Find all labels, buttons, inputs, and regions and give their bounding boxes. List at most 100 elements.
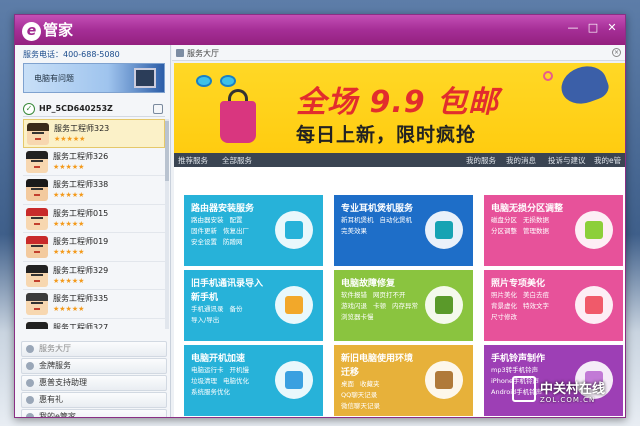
service-tile[interactable]: 专业耳机煲机服务 新耳机煲机 自动化煲机完美效果 — [334, 195, 473, 266]
engineer-name: 服务工程师326 — [53, 151, 109, 161]
rating-stars: ★★★★★ — [53, 305, 85, 313]
service-item: QQ聊天记录 — [341, 391, 378, 399]
engineer-item[interactable]: 服务工程师338 ★★★★★ — [23, 176, 165, 205]
menu-item[interactable]: 金牌服务 — [21, 358, 167, 374]
engineer-name: 服务工程师019 — [53, 237, 109, 246]
promo-banner[interactable]: 电脑有问题 — [23, 63, 165, 93]
menu-item[interactable]: 惠有礼 — [21, 392, 167, 408]
service-item: 新耳机煲机 — [341, 216, 374, 224]
service-item: 微信聊天记录 — [341, 402, 380, 410]
engineer-list: 服务工程师323 ★★★★★ 服务工程师326 ★★★★★ 服务工程师338 ★★★★★ 服… — [23, 119, 165, 329]
service-item: 自动化煲机 — [379, 216, 413, 224]
service-item: 卡顿 — [373, 302, 386, 310]
service-tile[interactable]: 新旧电脑使用环境 迁移 桌面 收藏夹 QQ聊天记录微信聊天记录 — [334, 345, 473, 416]
engineer-avatar-icon — [26, 236, 48, 258]
service-nav: 推荐服务全部服务我的服务我的消息投诉与建议我的e管家 — [174, 153, 625, 176]
service-item: 分区调整 — [491, 227, 517, 235]
pc-settings-icon[interactable] — [153, 104, 163, 114]
engineer-avatar-icon — [27, 123, 49, 145]
engineer-item[interactable]: 服务工程师335 ★★★★★ — [23, 290, 165, 319]
engineer-item[interactable]: 服务工程师329 ★★★★★ — [23, 262, 165, 290]
service-title: 专业耳机煲机服务 — [341, 204, 414, 214]
service-items: 路由器安装 配置固件更新 恢复出厂安全设置 防蹭网 — [191, 215, 277, 248]
nav-tab[interactable]: 推荐服务 — [178, 155, 208, 166]
title-bar[interactable]: e 管家 — □ ✕ — [15, 15, 625, 45]
nav-link[interactable]: 投诉与建议 — [548, 155, 586, 166]
service-item: 垃圾清理 — [191, 377, 217, 385]
rating-stars: ★★★★★ — [54, 135, 86, 143]
tab-close-icon[interactable]: × — [612, 48, 621, 57]
service-item: 背景虚化 — [491, 302, 517, 310]
engineer-avatar-icon — [26, 150, 48, 173]
engineer-name: 服务工程师323 — [54, 124, 110, 133]
service-title: 新旧电脑使用环境 — [341, 354, 414, 364]
engineer-avatar-icon — [26, 264, 48, 287]
service-tile[interactable]: 电脑无损分区调整 磁盘分区 无损数据分区调整 管理数据 — [484, 195, 623, 266]
engineer-item[interactable]: 服务工程师327★★★★★ — [23, 319, 165, 330]
close-button[interactable]: ✕ — [604, 21, 620, 35]
engineer-item[interactable]: 服务工程师019 ★★★★★ — [23, 233, 165, 262]
service-item: 手机通讯录 — [191, 305, 224, 313]
engineer-item[interactable]: 服务工程师326 ★★★★★ — [23, 148, 165, 176]
menu-item-icon — [26, 362, 34, 370]
rating-stars: ★★★★★ — [53, 191, 85, 199]
service-icon — [425, 211, 463, 249]
service-tile[interactable]: 电脑故障修复 软件报错 网页打不开游戏闪退 卡顿 内存异常浏览器卡慢 — [334, 270, 473, 341]
promo-banner-main[interactable]: 全场 9.9 包邮 每日上新，限时疯抢 — [174, 63, 625, 153]
app-window: e 管家 — □ ✕ 服务电话：400-688-5080 电脑有问题 ✓ HP_5… — [14, 14, 626, 418]
service-icon — [425, 361, 463, 399]
menu-item-label: 惠普支持助理 — [39, 378, 87, 387]
engineer-item[interactable]: 服务工程师323 ★★★★★ — [23, 119, 165, 148]
menu-item[interactable]: 惠普支持助理 — [21, 375, 167, 391]
menu-item[interactable]: 我的e管家 — [21, 409, 167, 418]
service-item: 安全设置 — [191, 238, 217, 246]
service-item: 恢复出厂 — [223, 227, 249, 235]
maximize-button[interactable]: □ — [585, 21, 601, 35]
service-item: 固件更新 — [191, 227, 217, 235]
nav-link[interactable]: 我的消息 — [506, 155, 536, 166]
service-item: 无损数据 — [523, 216, 549, 224]
nav-link[interactable]: 我的服务 — [466, 155, 496, 166]
shoe-icon — [556, 63, 612, 110]
engineer-name: 服务工程师015 — [53, 208, 109, 218]
service-tile[interactable]: 路由器安装服务 路由器安装 配置固件更新 恢复出厂安全设置 防蹭网 — [184, 195, 323, 266]
service-phone: 服务电话：400-688-5080 — [23, 50, 120, 59]
service-title: 手机铃声制作 — [491, 354, 546, 364]
service-title: 旧手机通讯录导入 — [191, 279, 264, 289]
engineer-avatar-icon — [26, 207, 48, 230]
service-item: 管理数据 — [523, 227, 549, 235]
menu-item-label: 金牌服务 — [39, 361, 71, 370]
menu-item-label: 服务大厅 — [39, 344, 71, 353]
minimize-button[interactable]: — — [565, 21, 581, 35]
service-icon — [275, 361, 313, 399]
service-items: 手机通讯录 备份导入/导出 — [191, 304, 277, 326]
service-items: 桌面 收藏夹 QQ聊天记录微信聊天记录 — [341, 379, 427, 412]
rating-stars: ★★★★★ — [53, 219, 85, 228]
service-tile[interactable]: 电脑开机加速 电脑运行卡 开机慢垃圾清理 电脑优化系统服务优化 — [184, 345, 323, 416]
service-icon — [425, 286, 463, 324]
menu-item[interactable]: 服务大厅 — [21, 341, 167, 357]
service-tile[interactable]: 照片专项美化 照片美化 美白去痘背景虚化 特效文字尺寸修改 — [484, 270, 623, 341]
service-icon — [275, 286, 313, 324]
left-menu: 服务大厅金牌服务惠普支持助理 惠有礼我的e管家 — [21, 341, 167, 418]
menu-item-label: 我的e管家 — [39, 412, 76, 418]
menu-item-label: 惠有礼 — [39, 395, 63, 404]
hall-icon — [176, 49, 184, 57]
service-title-cont: 迁移 — [341, 368, 360, 378]
engineer-avatar-icon — [26, 321, 48, 329]
rating-stars: ★★★★★ — [53, 276, 85, 285]
scrollbar-thumb[interactable] — [165, 121, 169, 181]
promo-headline: 全场 9.9 包邮 — [296, 85, 500, 120]
engineer-item[interactable]: 服务工程师015 ★★★★★ — [23, 205, 165, 233]
service-item: 备份 — [229, 305, 243, 313]
service-item: 开机慢 — [229, 366, 250, 374]
zol-logo-icon — [512, 376, 536, 402]
e-logo-icon: e — [22, 22, 41, 41]
service-item: 游戏闪退 — [341, 302, 367, 310]
nav-tab[interactable]: 全部服务 — [222, 155, 252, 166]
app-logo: e 管家 — [22, 20, 73, 41]
engineer-name: 服务工程师327 — [53, 322, 109, 330]
service-title-cont: 新手机 — [191, 293, 219, 303]
service-items: 照片美化 美白去痘背景虚化 特效文字尺寸修改 — [491, 290, 577, 323]
service-tile[interactable]: 旧手机通讯录导入 新手机 手机通讯录 备份导入/导出 — [184, 270, 323, 341]
